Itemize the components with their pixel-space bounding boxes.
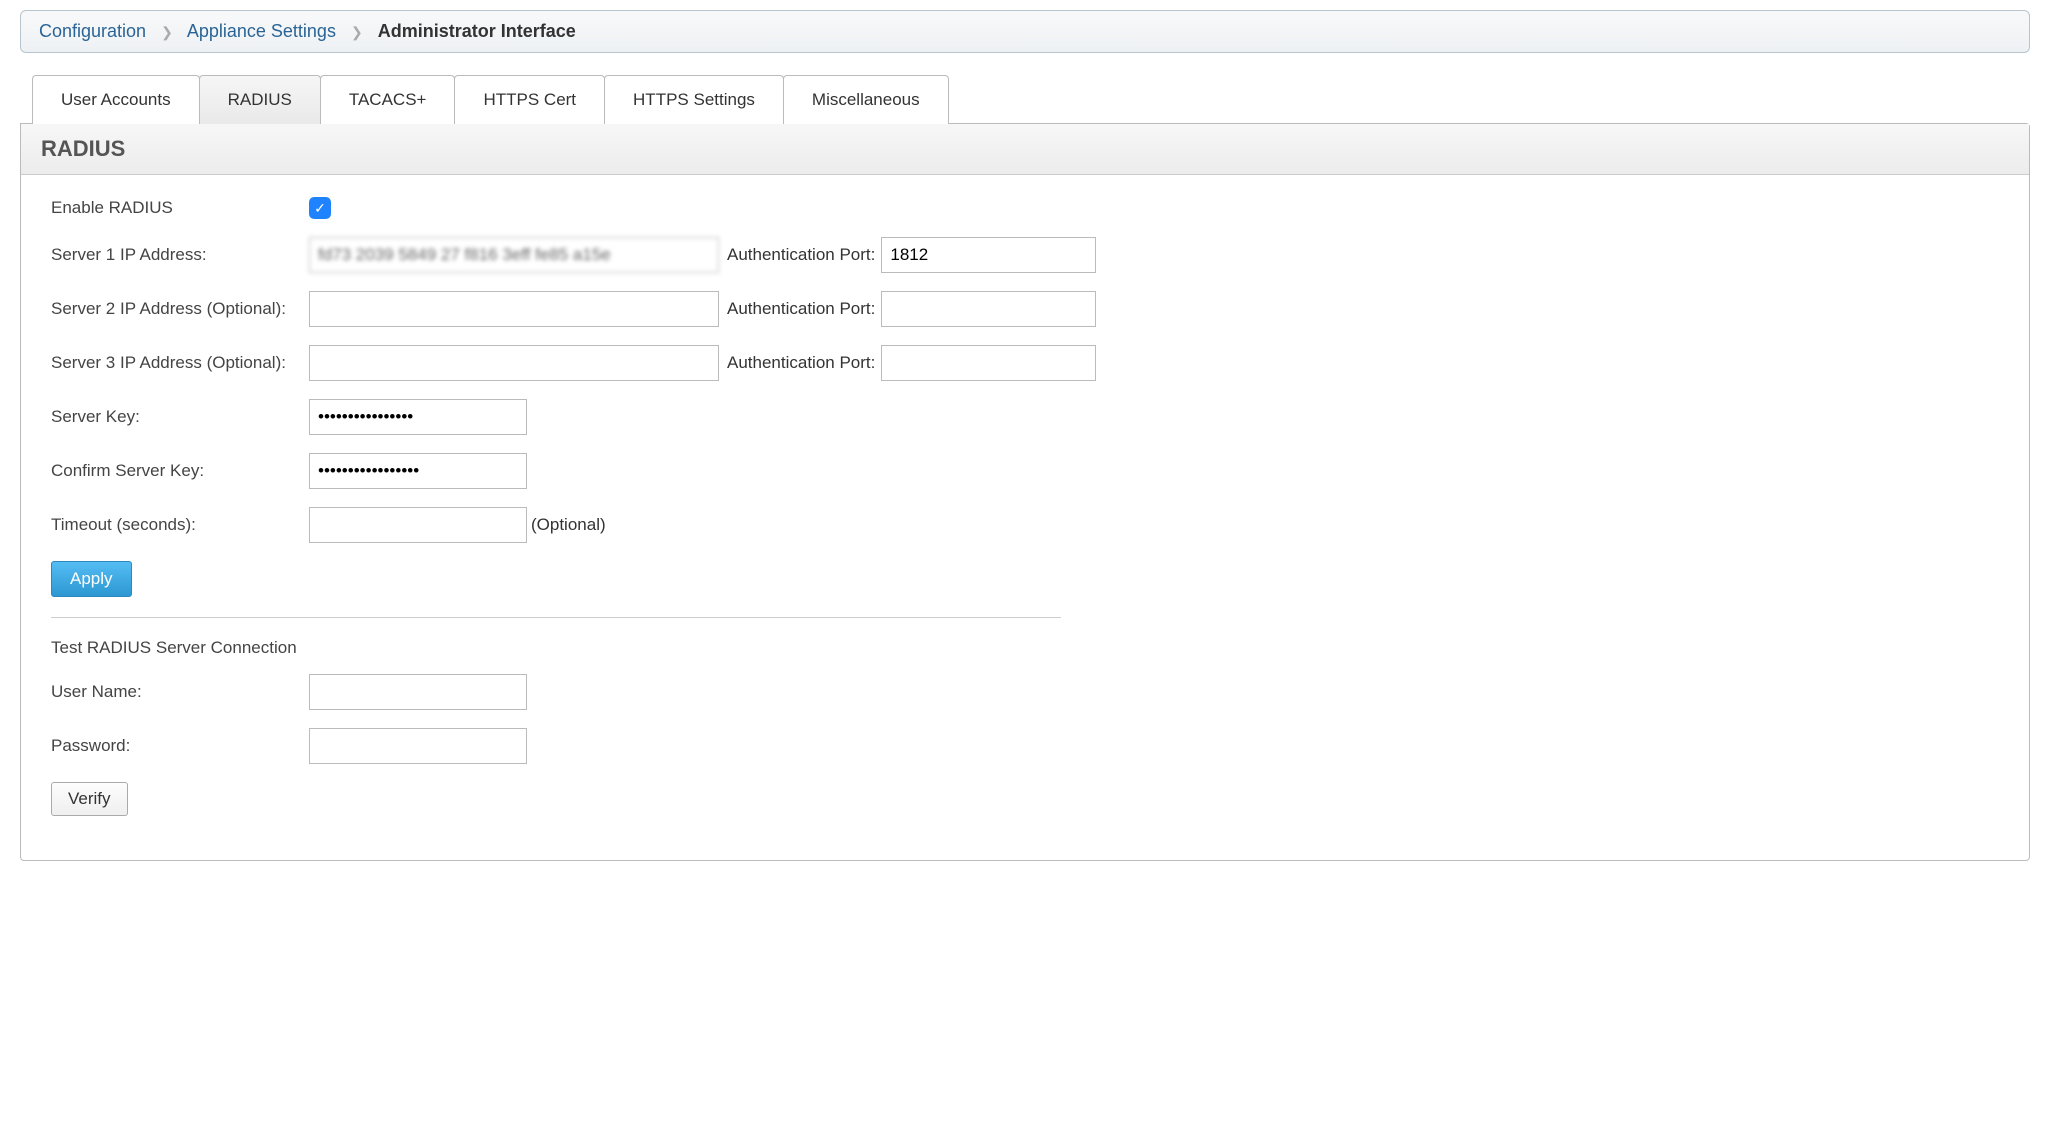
auth-port1-input[interactable]: [881, 237, 1096, 273]
tab-https-cert[interactable]: HTTPS Cert: [454, 75, 605, 124]
server2-label: Server 2 IP Address (Optional):: [51, 299, 309, 319]
timeout-label: Timeout (seconds):: [51, 515, 309, 535]
auth-port2-label: Authentication Port:: [727, 299, 875, 319]
tab-radius[interactable]: RADIUS: [199, 75, 321, 124]
test-connection-header: Test RADIUS Server Connection: [51, 638, 1999, 658]
breadcrumb-link-configuration[interactable]: Configuration: [39, 21, 146, 41]
panel-title: RADIUS: [21, 124, 2029, 175]
panel-radius: RADIUS Enable RADIUS ✓ Server 1 IP Addre…: [20, 123, 2030, 861]
auth-port3-label: Authentication Port:: [727, 353, 875, 373]
breadcrumb-current: Administrator Interface: [378, 21, 576, 41]
server2-ip-input[interactable]: [309, 291, 719, 327]
verify-button[interactable]: Verify: [51, 782, 128, 816]
apply-button[interactable]: Apply: [51, 561, 132, 597]
enable-radius-checkbox[interactable]: ✓: [309, 197, 331, 219]
server3-label: Server 3 IP Address (Optional):: [51, 353, 309, 373]
tab-bar: User Accounts RADIUS TACACS+ HTTPS Cert …: [32, 75, 2030, 124]
server1-ip-input[interactable]: [309, 237, 719, 273]
auth-port3-input[interactable]: [881, 345, 1096, 381]
tab-miscellaneous[interactable]: Miscellaneous: [783, 75, 949, 124]
test-password-label: Password:: [51, 736, 309, 756]
server-key-input[interactable]: [309, 399, 527, 435]
auth-port2-input[interactable]: [881, 291, 1096, 327]
test-username-input[interactable]: [309, 674, 527, 710]
chevron-right-icon: ❯: [161, 24, 173, 40]
server1-label: Server 1 IP Address:: [51, 245, 309, 265]
enable-radius-label: Enable RADIUS: [51, 198, 309, 218]
timeout-optional-label: (Optional): [531, 515, 606, 535]
tab-user-accounts[interactable]: User Accounts: [32, 75, 200, 124]
tab-tacacs[interactable]: TACACS+: [320, 75, 456, 124]
tab-https-settings[interactable]: HTTPS Settings: [604, 75, 784, 124]
check-icon: ✓: [314, 200, 326, 217]
auth-port1-label: Authentication Port:: [727, 245, 875, 265]
chevron-right-icon: ❯: [351, 24, 363, 40]
divider: [51, 617, 1061, 618]
timeout-input[interactable]: [309, 507, 527, 543]
confirm-key-label: Confirm Server Key:: [51, 461, 309, 481]
server3-ip-input[interactable]: [309, 345, 719, 381]
server-key-label: Server Key:: [51, 407, 309, 427]
confirm-server-key-input[interactable]: [309, 453, 527, 489]
test-password-input[interactable]: [309, 728, 527, 764]
test-username-label: User Name:: [51, 682, 309, 702]
breadcrumb: Configuration ❯ Appliance Settings ❯ Adm…: [20, 10, 2030, 53]
breadcrumb-link-appliance-settings[interactable]: Appliance Settings: [187, 21, 336, 41]
